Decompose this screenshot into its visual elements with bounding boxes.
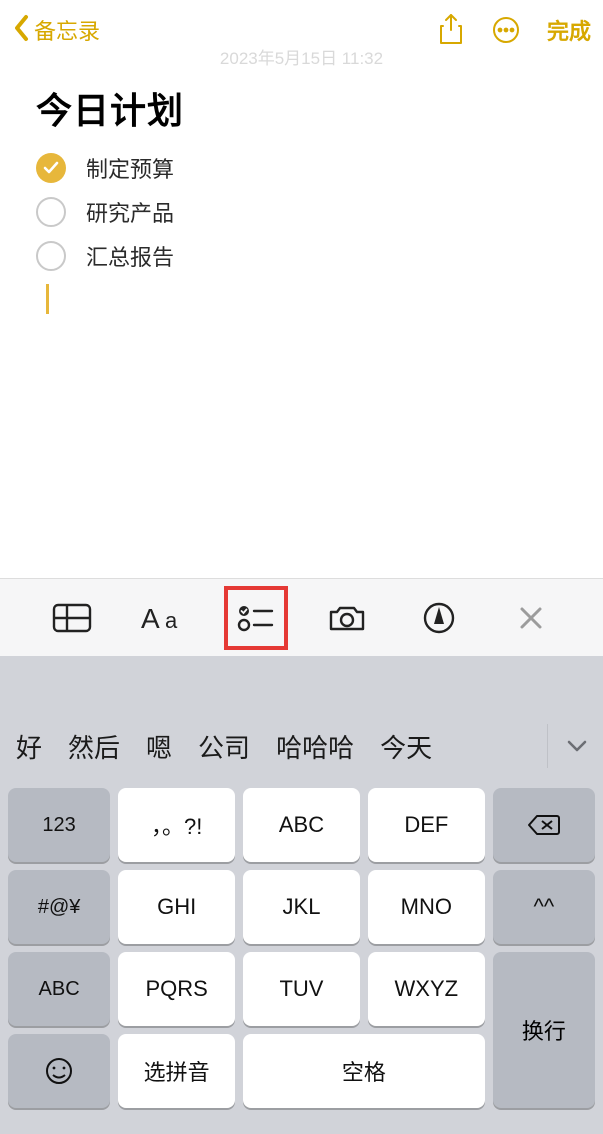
key-jkl[interactable]: JKL: [243, 870, 360, 944]
text-cursor: [46, 284, 49, 314]
key-symbols[interactable]: #@¥: [8, 870, 110, 944]
keyboard-row: #@¥ GHI JKL MNO ^^: [8, 870, 595, 944]
checklist-text: 研究产品: [86, 196, 174, 228]
checkbox-empty-icon[interactable]: [36, 241, 66, 271]
checklist-item[interactable]: 汇总报告: [36, 240, 567, 272]
key-wxyz[interactable]: WXYZ: [368, 952, 485, 1026]
note-body[interactable]: 今日计划 制定预算 研究产品 汇总报告: [0, 50, 603, 314]
candidate-word[interactable]: 嗯: [146, 728, 172, 765]
checkbox-checked-icon[interactable]: [36, 153, 66, 183]
svg-text:a: a: [165, 608, 178, 633]
candidate-word[interactable]: 今天: [380, 728, 432, 765]
text-format-button[interactable]: A a: [134, 588, 194, 648]
format-toolbar: A a: [0, 578, 603, 656]
checklist-text: 汇总报告: [86, 240, 174, 272]
candidate-word[interactable]: 哈哈哈: [276, 728, 354, 765]
share-icon[interactable]: [437, 13, 465, 47]
candidate-bar: 好 然后 嗯 公司 哈哈哈 今天: [0, 712, 603, 780]
back-button[interactable]: 备忘录: [12, 13, 100, 48]
camera-button[interactable]: [317, 588, 377, 648]
key-mno[interactable]: MNO: [368, 870, 485, 944]
checklist-text: 制定预算: [86, 152, 174, 184]
done-button[interactable]: 完成: [547, 14, 591, 46]
svg-text:A: A: [141, 603, 160, 634]
checklist-button[interactable]: [226, 588, 286, 648]
expand-candidates-icon[interactable]: [547, 724, 591, 768]
key-pqrs[interactable]: PQRS: [118, 952, 235, 1026]
key-ghi[interactable]: GHI: [118, 870, 235, 944]
key-backspace[interactable]: [493, 788, 595, 862]
candidate-word[interactable]: 公司: [198, 728, 250, 765]
key-space[interactable]: 空格: [243, 1034, 485, 1108]
note-title: 今日计划: [36, 82, 567, 134]
table-button[interactable]: [42, 588, 102, 648]
close-toolbar-button[interactable]: [501, 588, 561, 648]
chevron-left-icon: [12, 13, 32, 48]
back-label: 备忘录: [34, 14, 100, 46]
key-enter[interactable]: 换行: [493, 952, 595, 1108]
nav-right: 完成: [437, 13, 591, 47]
checklist-item[interactable]: 研究产品: [36, 196, 567, 228]
checkbox-empty-icon[interactable]: [36, 197, 66, 227]
checklist-item[interactable]: 制定预算: [36, 152, 567, 184]
candidate-word[interactable]: 好: [16, 728, 42, 765]
key-123[interactable]: 123: [8, 788, 110, 862]
key-punct[interactable]: ，。?!: [118, 788, 235, 862]
more-icon[interactable]: [491, 15, 521, 45]
key-select-pinyin[interactable]: 选拼音: [118, 1034, 235, 1108]
keyboard-row: 123 ，。?! ABC DEF: [8, 788, 595, 862]
key-alpha[interactable]: ABC: [8, 952, 110, 1026]
key-emoji[interactable]: [8, 1034, 110, 1108]
key-abc[interactable]: ABC: [243, 788, 360, 862]
key-emoticon[interactable]: ^^: [493, 870, 595, 944]
key-tuv[interactable]: TUV: [243, 952, 360, 1026]
keyboard-gap: [0, 656, 603, 712]
markup-button[interactable]: [409, 588, 469, 648]
key-def[interactable]: DEF: [368, 788, 485, 862]
candidate-word[interactable]: 然后: [68, 728, 120, 765]
